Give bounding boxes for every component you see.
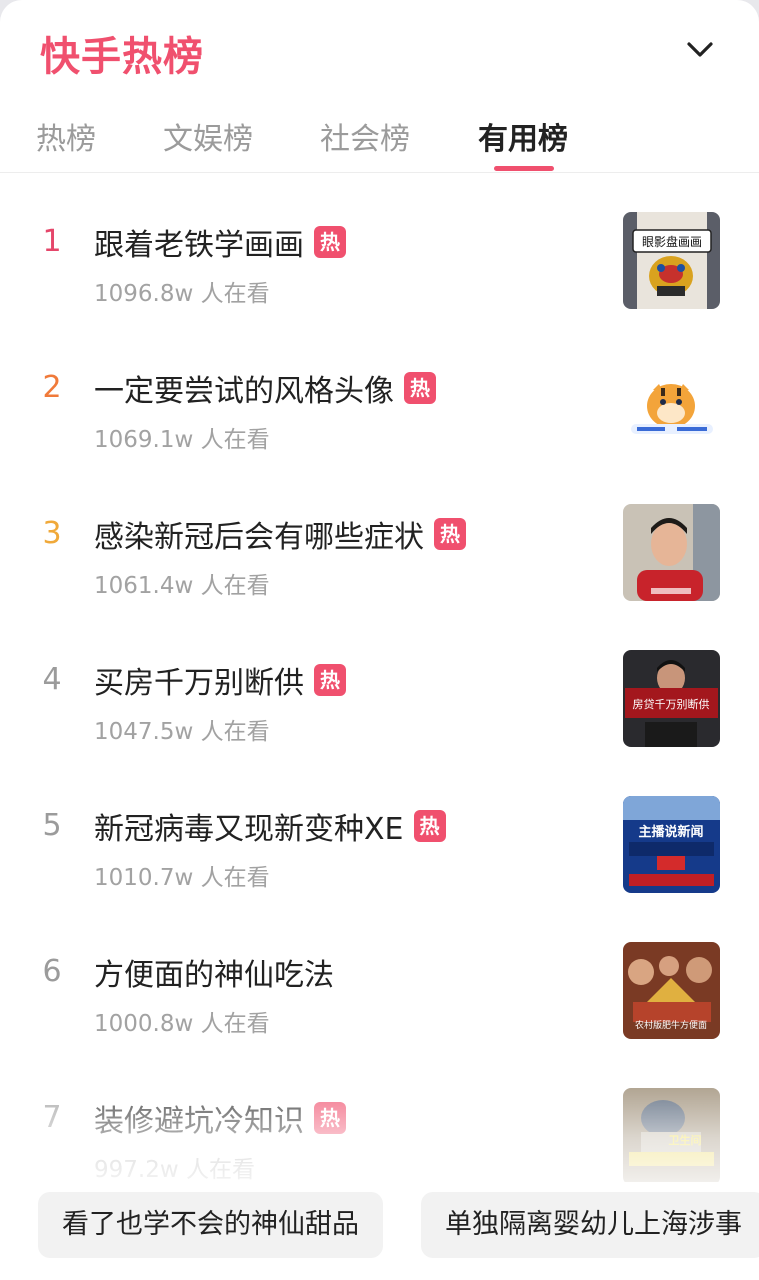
tab-bar: 热榜 文娱榜 社会榜 有用榜: [0, 100, 759, 173]
item-title: 一定要尝试的风格头像 热: [94, 366, 436, 410]
tab-entertainment[interactable]: 文娱榜: [163, 114, 253, 158]
item-views: 1096.8w 人在看: [94, 281, 270, 307]
item-views: 1010.7w 人在看: [94, 865, 270, 891]
rank-number: 7: [42, 1100, 62, 1135]
related-topics-bar: 看了也学不会的神仙甜品 单独隔离婴幼儿上海涉事: [0, 1182, 759, 1280]
item-title-text: 装修避坑冷知识: [94, 1104, 304, 1139]
thumb-caption: 卫生间: [669, 1133, 702, 1147]
rank-number: 6: [42, 954, 62, 989]
item-title-text: 新冠病毒又现新变种XE: [94, 812, 404, 847]
item-title: 方便面的神仙吃法: [94, 950, 334, 994]
item-views: 1047.5w 人在看: [94, 719, 270, 745]
item-title-text: 方便面的神仙吃法: [94, 958, 334, 993]
item-views: 1000.8w 人在看: [94, 1011, 270, 1037]
rank-number: 4: [42, 662, 62, 697]
hot-badge: 热: [314, 226, 346, 258]
rank-number: 3: [42, 516, 62, 551]
item-title: 装修避坑冷知识 热: [94, 1096, 346, 1140]
active-tab-indicator: [494, 166, 554, 171]
list-item[interactable]: 2 一定要尝试的风格头像 热 1069.1w 人在看: [0, 318, 759, 464]
thumb-caption: 房贷千万别断供: [633, 697, 710, 711]
tab-society[interactable]: 社会榜: [320, 114, 410, 158]
item-views: 1069.1w 人在看: [94, 427, 270, 453]
item-title-text: 一定要尝试的风格头像: [94, 374, 394, 409]
item-title-text: 跟着老铁学画画: [94, 228, 304, 263]
brand-title: 快手热榜: [40, 34, 204, 80]
hot-badge: 热: [314, 664, 346, 696]
ranking-list: 1 跟着老铁学画画 热 1096.8w 人在看 眼影盘画画 2 一定要尝试的风格…: [0, 172, 759, 1185]
item-thumbnail[interactable]: 农村版肥牛方便面: [623, 942, 720, 1039]
item-thumbnail[interactable]: 主播说新闻: [623, 796, 720, 893]
item-title: 感染新冠后会有哪些症状 热: [94, 512, 466, 556]
chevron-down-icon[interactable]: [680, 30, 720, 70]
list-item[interactable]: 7 装修避坑冷知识 热 997.2w 人在看 卫生间: [0, 1048, 759, 1194]
item-title: 新冠病毒又现新变种XE 热: [94, 804, 446, 848]
rank-number: 5: [42, 808, 62, 843]
hot-badge: 热: [434, 518, 466, 550]
hot-list-panel: 快手热榜 热榜 文娱榜 社会榜 有用榜 1 跟着老铁学画画 热 1096.8w …: [0, 0, 759, 1280]
hot-badge: 热: [404, 372, 436, 404]
item-thumbnail[interactable]: 眼影盘画画: [623, 212, 720, 309]
list-item[interactable]: 4 买房千万别断供 热 1047.5w 人在看 房贷千万别断供: [0, 610, 759, 756]
tab-useful[interactable]: 有用榜: [478, 114, 568, 158]
hot-badge: 热: [314, 1102, 346, 1134]
hot-badge: 热: [413, 810, 446, 842]
item-title: 跟着老铁学画画 热: [94, 220, 346, 264]
tab-hot[interactable]: 热榜: [36, 114, 96, 158]
item-title: 买房千万别断供 热: [94, 658, 346, 702]
list-item[interactable]: 5 新冠病毒又现新变种XE 热 1010.7w 人在看 主播说新闻: [0, 756, 759, 902]
topic-chip[interactable]: 看了也学不会的神仙甜品: [38, 1192, 383, 1258]
item-thumbnail[interactable]: [623, 504, 720, 601]
item-title-text: 买房千万别断供: [94, 666, 304, 701]
header: 快手热榜: [0, 0, 759, 100]
thumb-caption: 眼影盘画画: [642, 234, 702, 249]
rank-number: 2: [42, 370, 62, 405]
item-views: 997.2w 人在看: [94, 1157, 255, 1183]
item-title-text: 感染新冠后会有哪些症状: [94, 520, 424, 555]
item-thumbnail[interactable]: 卫生间: [623, 1088, 720, 1185]
topic-chip[interactable]: 单独隔离婴幼儿上海涉事: [421, 1192, 759, 1258]
list-item[interactable]: 6 方便面的神仙吃法 1000.8w 人在看 农村版肥牛方便面: [0, 902, 759, 1048]
list-item[interactable]: 1 跟着老铁学画画 热 1096.8w 人在看 眼影盘画画: [0, 172, 759, 318]
item-thumbnail[interactable]: [623, 358, 720, 455]
list-item[interactable]: 3 感染新冠后会有哪些症状 热 1061.4w 人在看: [0, 464, 759, 610]
item-views: 1061.4w 人在看: [94, 573, 270, 599]
thumb-caption: 主播说新闻: [638, 824, 703, 840]
item-thumbnail[interactable]: 房贷千万别断供: [623, 650, 720, 747]
rank-number: 1: [42, 224, 62, 259]
thumb-caption: 农村版肥牛方便面: [635, 1019, 707, 1031]
